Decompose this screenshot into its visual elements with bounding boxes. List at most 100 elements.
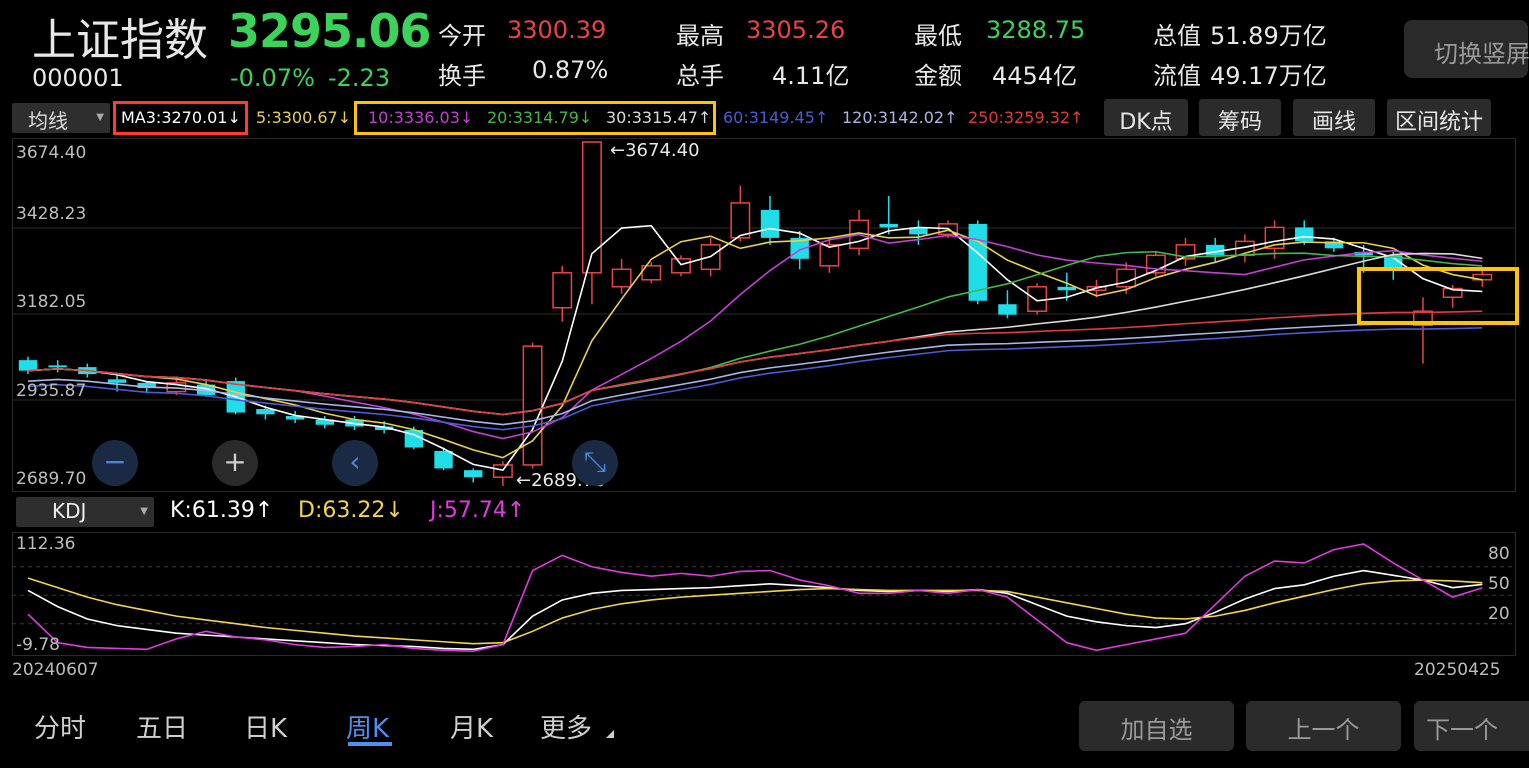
stock-code: 000001 bbox=[32, 64, 124, 92]
volume-value: 4.11亿 bbox=[772, 62, 850, 90]
ma3-value: MA3:3270.01↓ bbox=[121, 108, 241, 127]
low-value: 3288.75 bbox=[986, 16, 1086, 44]
shrink-icon[interactable]: ⤡ bbox=[572, 440, 618, 486]
zoom-out-button[interactable]: − bbox=[92, 440, 138, 486]
ma30-line bbox=[27, 252, 1483, 416]
y-axis-label-5: 2689.70 bbox=[16, 469, 87, 489]
kline-chart[interactable] bbox=[12, 138, 1516, 492]
draw-line-button[interactable]: 画线 bbox=[1293, 99, 1375, 136]
y-axis-label-2: 3428.23 bbox=[16, 204, 87, 224]
kdj-k-value: K:61.39↑ bbox=[170, 498, 274, 523]
candle-body bbox=[1057, 286, 1077, 291]
candle-body bbox=[48, 365, 67, 368]
tab-weekly-k[interactable]: 周K bbox=[346, 708, 389, 745]
dropdown-caret-icon: ▼ bbox=[140, 506, 148, 517]
total-value: 51.89万亿 bbox=[1210, 22, 1327, 50]
candle-body bbox=[1027, 286, 1048, 312]
candle-body bbox=[671, 258, 691, 274]
candle-body bbox=[998, 304, 1017, 315]
ma5-value: 5:3300.67↓ bbox=[256, 108, 352, 127]
amount-label: 金额 bbox=[914, 62, 962, 90]
ma120-line bbox=[27, 321, 1483, 426]
candle-body bbox=[879, 223, 898, 228]
more-caret-icon bbox=[606, 730, 614, 738]
ma-selector-label: 均线 bbox=[28, 109, 68, 133]
indicator-selector[interactable]: KDJ ▼ bbox=[16, 497, 154, 527]
active-tab-underline bbox=[348, 742, 392, 746]
tab-more[interactable]: 更多 bbox=[540, 708, 592, 745]
candle-body bbox=[18, 360, 38, 371]
kdj-level-50: 50 bbox=[1488, 574, 1510, 594]
high-value: 3305.26 bbox=[746, 16, 846, 44]
current-price: 3295.06 bbox=[228, 4, 432, 58]
tab-monthly-k[interactable]: 月K bbox=[450, 708, 493, 745]
date-start: 20240607 bbox=[12, 660, 99, 680]
kdj-j-value: J:57.74↑ bbox=[430, 498, 526, 523]
dropdown-caret-icon: ▼ bbox=[96, 112, 104, 123]
stock-name: 上证指数 bbox=[32, 15, 208, 66]
candle-body bbox=[522, 345, 543, 466]
ma3-line bbox=[27, 224, 1483, 472]
tab-daily-k[interactable]: 日K bbox=[244, 708, 287, 745]
open-value: 3300.39 bbox=[507, 16, 607, 44]
ma120-value: 120:3142.02↑ bbox=[842, 108, 958, 127]
dk-point-button[interactable]: DK点 bbox=[1104, 99, 1188, 136]
previous-button[interactable]: 上一个 bbox=[1246, 701, 1401, 751]
float-value: 49.17万亿 bbox=[1210, 62, 1327, 90]
change-amount: -2.23 bbox=[328, 64, 391, 92]
candle-body bbox=[1295, 227, 1314, 242]
highlight-box-recent bbox=[1357, 267, 1519, 325]
ma10-line bbox=[27, 233, 1483, 440]
ma-selector[interactable]: 均线 ▼ bbox=[12, 103, 110, 133]
open-label: 今开 bbox=[438, 22, 486, 50]
high-marker-label: ←3674.40 bbox=[610, 140, 700, 161]
change-percent: -0.07% bbox=[230, 64, 315, 92]
tab-five-day[interactable]: 五日 bbox=[136, 708, 188, 745]
next-button[interactable]: 下一个 bbox=[1414, 701, 1529, 751]
float-value-label: 流值 bbox=[1153, 62, 1201, 90]
zoom-in-button[interactable]: + bbox=[212, 440, 258, 486]
candle-body bbox=[611, 268, 632, 288]
high-label: 最高 bbox=[676, 22, 724, 50]
indicator-selector-label: KDJ bbox=[52, 499, 87, 523]
date-end: 20250425 bbox=[1414, 660, 1501, 680]
y-axis-label-1: 3674.40 bbox=[16, 143, 87, 163]
candle-body bbox=[552, 272, 573, 309]
interval-stats-button[interactable]: 区间统计 bbox=[1387, 99, 1491, 136]
kdj-axis-top: 112.36 bbox=[16, 534, 76, 554]
ma30-value: 30:3315.47↑ bbox=[606, 108, 712, 127]
kdj-level-80: 80 bbox=[1488, 544, 1510, 564]
ma250-line bbox=[27, 310, 1483, 416]
candle-body bbox=[463, 470, 483, 478]
add-watchlist-button[interactable]: 加自选 bbox=[1079, 701, 1234, 751]
scroll-left-button[interactable]: ‹ bbox=[332, 440, 378, 486]
y-axis-label-4: 2935.87 bbox=[16, 381, 87, 401]
kdj-d-value: D:63.22↓ bbox=[298, 498, 404, 523]
total-value-label: 总值 bbox=[1153, 22, 1201, 50]
kdj-d-line bbox=[27, 577, 1483, 645]
volume-label: 总手 bbox=[676, 62, 724, 90]
ma20-value: 20:3314.79↓ bbox=[487, 108, 593, 127]
ma60-line bbox=[27, 327, 1483, 431]
ma10-value: 10:3336.03↓ bbox=[368, 108, 474, 127]
kdj-level-20: 20 bbox=[1488, 604, 1510, 624]
candle-body bbox=[760, 209, 780, 238]
ma250-value: 250:3259.32↑ bbox=[968, 108, 1084, 127]
ma60-value: 60:3149.45↑ bbox=[723, 108, 829, 127]
kdj-chart[interactable] bbox=[12, 532, 1516, 656]
ma20-line bbox=[27, 250, 1483, 416]
turnover-value: 0.87% bbox=[532, 56, 609, 84]
low-label: 最低 bbox=[914, 22, 962, 50]
candle-body bbox=[730, 202, 751, 239]
kdj-j-line bbox=[27, 543, 1483, 653]
candle-body bbox=[107, 379, 127, 383]
ma5-line bbox=[27, 229, 1483, 459]
tab-intraday[interactable]: 分时 bbox=[34, 708, 86, 745]
kdj-axis-bottom: -9.78 bbox=[16, 635, 60, 655]
y-axis-label-3: 3182.05 bbox=[16, 292, 87, 312]
chips-button[interactable]: 筹码 bbox=[1199, 99, 1281, 136]
switch-portrait-button[interactable]: 切换竖屏 bbox=[1404, 20, 1529, 78]
amount-value: 4454亿 bbox=[992, 62, 1078, 90]
candle-body bbox=[434, 450, 453, 469]
turnover-label: 换手 bbox=[438, 62, 486, 90]
